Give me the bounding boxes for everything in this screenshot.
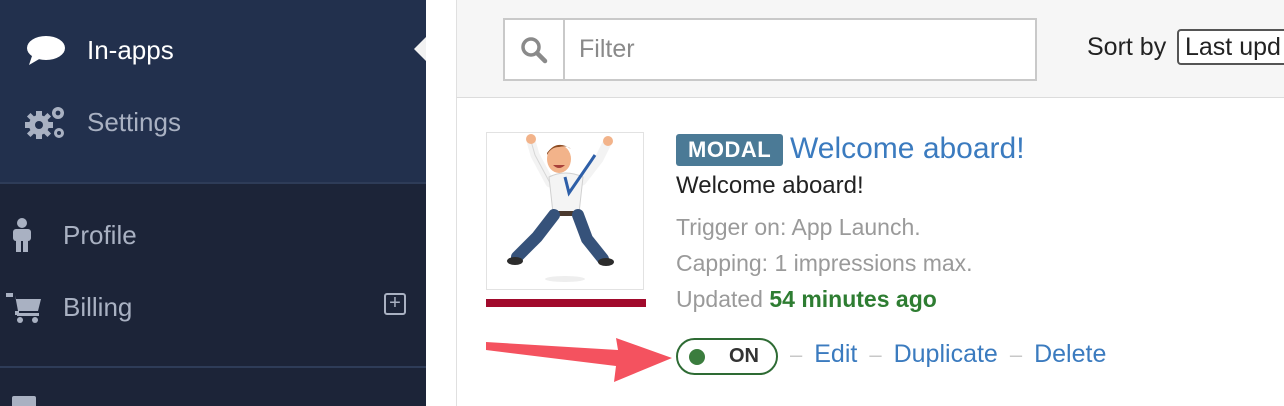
sort-label: Sort by (1087, 33, 1167, 61)
sidebar-divider (0, 366, 426, 368)
campaign-title-link[interactable]: Welcome aboard! (790, 132, 1025, 166)
format-badge: MODAL (676, 134, 784, 166)
separator: – (790, 341, 803, 367)
status-toggle[interactable]: ON (676, 338, 778, 375)
thumbnail-accent-bar (486, 299, 646, 307)
jumping-man-illustration (507, 134, 614, 282)
sidebar-item-label: Settings (87, 106, 181, 137)
separator: – (869, 341, 882, 367)
campaign-thumbnail[interactable] (486, 132, 644, 290)
sidebar-item-in-apps[interactable]: In-apps (26, 25, 174, 75)
sidebar-icon-partial (12, 396, 36, 406)
capping-text: Capping: 1 impressions max. (676, 250, 973, 276)
speech-bubble-icon (26, 34, 66, 66)
active-caret (414, 37, 426, 61)
status-dot-icon (689, 348, 705, 365)
app-root: In-apps Settings Profile Billing + Filte… (0, 0, 1284, 406)
sidebar-item-label: In-apps (87, 34, 174, 65)
search-input[interactable] (565, 35, 965, 64)
sidebar-item-settings[interactable]: Settings (24, 97, 181, 147)
status-label: ON (729, 345, 759, 367)
sort-select[interactable]: Last upd (1177, 29, 1284, 65)
toolbar: Sort by Last upd (456, 0, 1284, 98)
campaign-message: Welcome aboard! (676, 172, 864, 199)
person-icon (10, 218, 34, 252)
campaign-actions: – Edit – Duplicate – Delete (778, 340, 1106, 369)
updated-label: Updated (676, 286, 763, 312)
updated-text: Updated 54 minutes ago (676, 286, 937, 313)
delete-link[interactable]: Delete (1034, 340, 1106, 369)
gears-icon (24, 103, 68, 141)
cart-icon (6, 291, 42, 323)
edit-link[interactable]: Edit (814, 340, 857, 369)
separator: – (1009, 341, 1023, 367)
sidebar-item-label: Billing (63, 291, 133, 322)
updated-value: 54 minutes ago (769, 286, 937, 312)
sidebar-divider (0, 182, 426, 184)
billing-add-icon[interactable]: + (384, 293, 406, 315)
annotation-arrow-icon (486, 338, 672, 382)
sidebar-item-billing[interactable]: Billing (6, 282, 132, 332)
search-icon (505, 20, 565, 79)
search-box[interactable] (503, 18, 1037, 81)
sidebar-item-label: Profile (63, 219, 137, 250)
duplicate-link[interactable]: Duplicate (894, 340, 998, 369)
trigger-text: Trigger on: App Launch. (676, 214, 921, 240)
sidebar: In-apps Settings Profile Billing + (0, 0, 426, 406)
sidebar-item-profile[interactable]: Profile (10, 210, 137, 260)
